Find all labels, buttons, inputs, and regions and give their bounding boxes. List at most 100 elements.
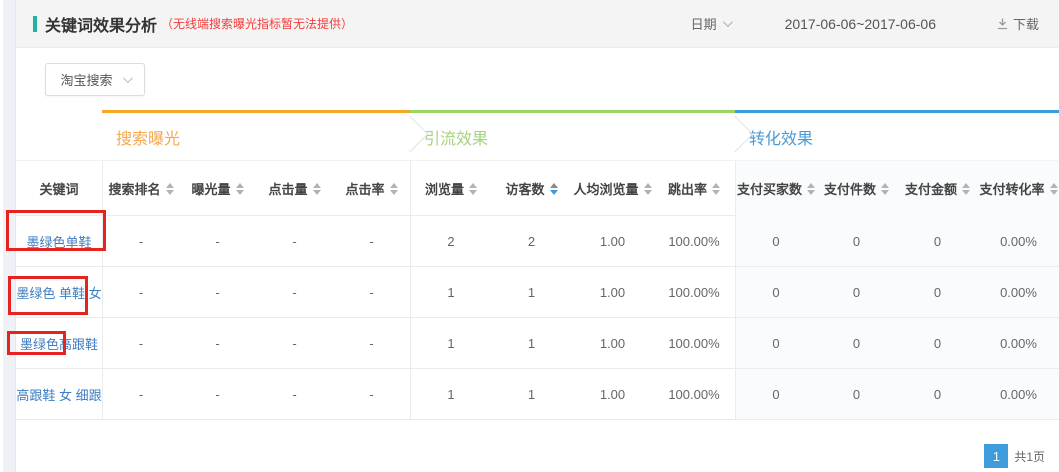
column-label: 点击率 <box>345 179 384 198</box>
table-cell: 0 <box>897 267 978 317</box>
toolbar: 淘宝搜索 <box>16 48 1059 110</box>
column-header-paying-buyers[interactable]: 支付买家数 <box>735 161 816 216</box>
table-cell: - <box>179 318 256 368</box>
table-cell: 0 <box>816 318 897 368</box>
table-cell: - <box>256 267 333 317</box>
keyword-analysis-panel: 关键词效果分析 （无线端搜索曝光指标暂无法提供） 日期 2017-06-06~2… <box>0 0 1059 472</box>
header-controls: 日期 2017-06-06~2017-06-06 下载 <box>691 14 1039 33</box>
keyword-link[interactable]: 墨绿色高跟鞋 <box>20 334 98 353</box>
table-cell: 100.00% <box>653 267 735 317</box>
column-label: 支付转化率 <box>979 179 1044 198</box>
chevron-down-icon <box>122 73 132 83</box>
column-header-exposure[interactable]: 曝光量 <box>179 161 256 216</box>
table-cell: - <box>256 318 333 368</box>
sort-icon[interactable] <box>313 183 321 195</box>
sort-icon[interactable] <box>390 183 398 195</box>
table-cell: 0.00% <box>978 318 1059 368</box>
column-header-bounce-rate[interactable]: 跳出率 <box>653 161 735 216</box>
table-cell: 1 <box>410 318 491 368</box>
table-cell: 1 <box>491 318 572 368</box>
sort-icon[interactable] <box>166 183 174 195</box>
sort-icon[interactable] <box>469 183 477 195</box>
table-cell: - <box>333 267 410 317</box>
column-label: 人均浏览量 <box>573 179 638 198</box>
table-group-header: 搜索曝光 引流效果 转化效果 <box>16 110 1059 160</box>
keyword-cell: 墨绿色高跟鞋 <box>16 318 102 368</box>
table-cell: 0 <box>816 267 897 317</box>
column-label: 搜索排名 <box>108 179 160 198</box>
page-total-label: 共1页 <box>1014 448 1045 465</box>
page-title: 关键词效果分析 <box>45 12 157 36</box>
pagination: 1 共1页 <box>16 420 1059 468</box>
sort-icon-active-desc[interactable] <box>550 183 558 195</box>
sort-icon[interactable] <box>1050 183 1058 195</box>
group-conversion-effect: 转化效果 <box>735 110 1059 160</box>
sort-icon[interactable] <box>712 183 720 195</box>
chevron-down-icon <box>723 17 733 27</box>
keyword-link[interactable]: 高跟鞋 女 细跟 <box>16 385 101 404</box>
download-button[interactable]: 下载 <box>996 14 1039 33</box>
column-header-payment-amount[interactable]: 支付金额 <box>897 161 978 216</box>
table-cell: - <box>333 216 410 266</box>
table-cell: 0 <box>735 318 816 368</box>
table-cell: 1 <box>491 267 572 317</box>
table-cell: 0 <box>897 318 978 368</box>
column-header-paid-items[interactable]: 支付件数 <box>816 161 897 216</box>
group-search-exposure: 搜索曝光 <box>102 110 410 160</box>
sort-icon[interactable] <box>962 183 970 195</box>
table-cell: - <box>102 216 179 266</box>
table-row: 墨绿色单鞋 - - - - 2 2 1.00 100.00% 0 0 0 0.0… <box>16 215 1059 266</box>
table-cell: 0 <box>897 216 978 266</box>
table-row: 墨绿色 单鞋 女 - - - - 1 1 1.00 100.00% 0 0 0 … <box>16 266 1059 317</box>
table-cell: - <box>102 267 179 317</box>
title-note: （无线端搜索曝光指标暂无法提供） <box>161 15 353 32</box>
keyword-link[interactable]: 墨绿色单鞋 <box>26 232 91 251</box>
panel-header: 关键词效果分析 （无线端搜索曝光指标暂无法提供） 日期 2017-06-06~2… <box>16 0 1059 48</box>
table-cell: - <box>256 369 333 419</box>
table-cell: 0.00% <box>978 369 1059 419</box>
column-header-payment-conversion[interactable]: 支付转化率 <box>978 161 1059 216</box>
table-cell: 1.00 <box>572 216 653 266</box>
download-icon <box>996 17 1009 30</box>
date-dropdown-label: 日期 <box>691 14 717 33</box>
column-header-pageviews[interactable]: 浏览量 <box>410 161 491 216</box>
table-cell: 100.00% <box>653 216 735 266</box>
column-header-visitors[interactable]: 访客数 <box>491 161 572 216</box>
sort-icon[interactable] <box>881 183 889 195</box>
page-button-current[interactable]: 1 <box>984 444 1008 468</box>
table-cell: 0 <box>816 216 897 266</box>
table-cell: 0.00% <box>978 267 1059 317</box>
column-label: 点击量 <box>268 179 307 198</box>
column-label: 访客数 <box>505 179 544 198</box>
column-header-avg-pageviews[interactable]: 人均浏览量 <box>572 161 653 216</box>
keyword-cell: 墨绿色单鞋 <box>16 216 102 266</box>
table-cell: 0 <box>735 369 816 419</box>
table-cell: 0 <box>735 267 816 317</box>
channel-select-value: 淘宝搜索 <box>60 70 112 89</box>
date-dropdown[interactable]: 日期 <box>691 14 730 33</box>
keyword-link[interactable]: 墨绿色 单鞋 女 <box>16 283 101 302</box>
table-cell: 1 <box>410 369 491 419</box>
table-cell: 100.00% <box>653 318 735 368</box>
sort-icon[interactable] <box>807 183 815 195</box>
table-cell: - <box>102 318 179 368</box>
table-cell: - <box>179 216 256 266</box>
column-header-search-rank[interactable]: 搜索排名 <box>102 161 179 216</box>
sort-icon[interactable] <box>236 183 244 195</box>
table-cell: 1 <box>491 369 572 419</box>
column-header-ctr[interactable]: 点击率 <box>333 161 410 216</box>
column-header-clicks[interactable]: 点击量 <box>256 161 333 216</box>
table-cell: - <box>179 267 256 317</box>
table-cell: 1.00 <box>572 267 653 317</box>
column-label: 支付买家数 <box>737 179 802 198</box>
column-label: 跳出率 <box>668 179 707 198</box>
channel-select[interactable]: 淘宝搜索 <box>45 63 145 96</box>
table-column-header-row: 关键词 搜索排名 曝光量 点击量 点击率 浏览量 访客数 人均浏览量 跳出率 支… <box>16 160 1059 215</box>
column-label: 支付金额 <box>905 179 957 198</box>
table-cell: - <box>333 369 410 419</box>
panel-content: 关键词效果分析 （无线端搜索曝光指标暂无法提供） 日期 2017-06-06~2… <box>16 0 1059 472</box>
left-edge-strip <box>0 0 16 472</box>
table-cell: 0 <box>816 369 897 419</box>
table-cell: - <box>333 318 410 368</box>
sort-icon[interactable] <box>644 183 652 195</box>
